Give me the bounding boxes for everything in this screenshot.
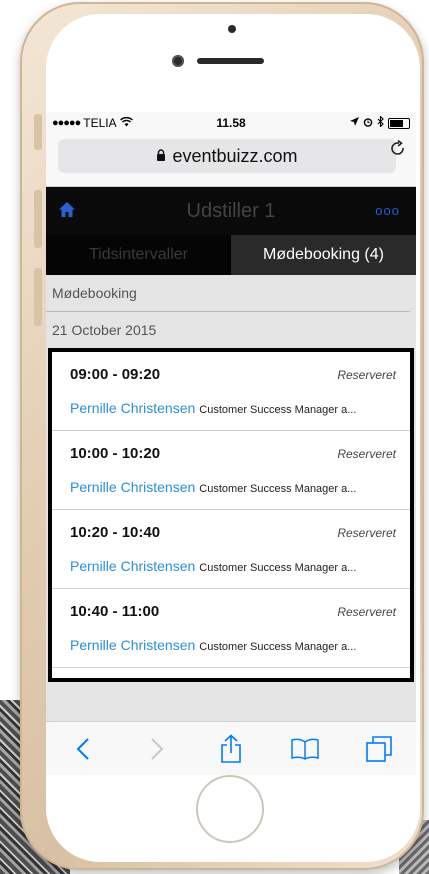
- more-menu-icon[interactable]: ooo: [375, 203, 400, 218]
- alarm-icon: [363, 117, 373, 130]
- booking-status: Reserveret: [337, 605, 396, 619]
- person-role: Customer Success Manager a...: [199, 404, 357, 416]
- booking-time: 09:00 - 09:20: [70, 366, 161, 383]
- booking-person: Pernille Christensen Customer Success Man…: [70, 558, 400, 574]
- chevron-right-icon: [151, 738, 164, 760]
- back-button[interactable]: [63, 729, 103, 769]
- safari-toolbar: [46, 721, 416, 775]
- person-name-link[interactable]: Pernille Christensen: [70, 400, 195, 416]
- tab-tidsintervaller[interactable]: Tidsintervaller: [46, 235, 231, 275]
- home-button[interactable]: [196, 775, 264, 843]
- address-bar[interactable]: eventbuizz.com: [58, 139, 396, 173]
- lock-icon: [156, 148, 166, 164]
- booking-card[interactable]: 10:00 - 10:20 Reserveret Pernille Christ…: [52, 431, 410, 510]
- booking-status: Reserveret: [337, 526, 396, 540]
- tabs-icon: [366, 736, 392, 762]
- side-button-volume-down: [34, 268, 42, 326]
- app-title: Udstiller 1: [186, 199, 276, 222]
- person-name-link[interactable]: Pernille Christensen: [70, 479, 195, 495]
- booking-time: 10:40 - 11:00: [70, 603, 160, 620]
- chevron-left-icon: [76, 738, 89, 760]
- booking-person: Pernille Christensen Customer Success Man…: [70, 400, 400, 416]
- book-icon: [291, 738, 319, 760]
- location-icon: [350, 117, 359, 129]
- wifi-icon: [119, 116, 133, 130]
- carrier-name: TELIA: [83, 116, 117, 130]
- tabs-button[interactable]: [359, 729, 399, 769]
- section-title: Mødebooking: [46, 275, 410, 312]
- booking-list: 09:00 - 09:20 Reserveret Pernille Christ…: [48, 348, 414, 682]
- status-bar: ●●●●● TELIA 11.58: [46, 112, 416, 134]
- signal-strength-icon: ●●●●●: [52, 117, 81, 129]
- booking-card[interactable]: 10:40 - 11:00 Reserveret Pernille Christ…: [52, 589, 410, 668]
- person-name-link[interactable]: Pernille Christensen: [70, 558, 195, 574]
- side-button-volume-up: [34, 190, 42, 248]
- share-button[interactable]: [211, 729, 251, 769]
- booking-card[interactable]: 10:20 - 10:40 Reserveret Pernille Christ…: [52, 510, 410, 589]
- person-role: Customer Success Manager a...: [199, 562, 357, 574]
- app-header: Udstiller 1 ooo: [46, 187, 416, 235]
- bluetooth-icon: [377, 115, 384, 130]
- reload-icon[interactable]: [390, 139, 406, 163]
- earpiece-speaker: [197, 58, 264, 64]
- booking-status: Reserveret: [337, 447, 396, 461]
- person-role: Customer Success Manager a...: [199, 483, 357, 495]
- front-camera: [172, 55, 184, 67]
- person-role: Customer Success Manager a...: [199, 641, 357, 653]
- forward-button[interactable]: [137, 729, 177, 769]
- booking-time: 10:20 - 10:40: [70, 524, 161, 541]
- section-date: 21 October 2015: [46, 312, 416, 348]
- proximity-sensor: [228, 25, 236, 33]
- booking-person: Pernille Christensen Customer Success Man…: [70, 479, 400, 495]
- screen: ●●●●● TELIA 11.58 eventbuizz.com Udstill…: [46, 112, 416, 775]
- booking-person: Pernille Christensen Customer Success Man…: [70, 637, 400, 653]
- home-icon[interactable]: [58, 201, 76, 219]
- url-text: eventbuizz.com: [172, 145, 298, 166]
- side-button-mute: [34, 114, 42, 150]
- share-icon: [221, 734, 241, 763]
- status-right: [350, 115, 410, 130]
- bookmarks-button[interactable]: [285, 729, 325, 769]
- booking-card[interactable]: 09:00 - 09:20 Reserveret Pernille Christ…: [52, 352, 410, 431]
- battery-icon: [388, 117, 410, 129]
- booking-status: Reserveret: [337, 368, 396, 382]
- tab-bar: Tidsintervaller Mødebooking (4): [46, 235, 416, 275]
- status-left: ●●●●● TELIA: [52, 116, 133, 130]
- browser-address-area: eventbuizz.com: [46, 134, 416, 187]
- booking-time: 10:00 - 10:20: [70, 445, 161, 462]
- tab-modebooking[interactable]: Mødebooking (4): [231, 235, 416, 275]
- person-name-link[interactable]: Pernille Christensen: [70, 637, 195, 653]
